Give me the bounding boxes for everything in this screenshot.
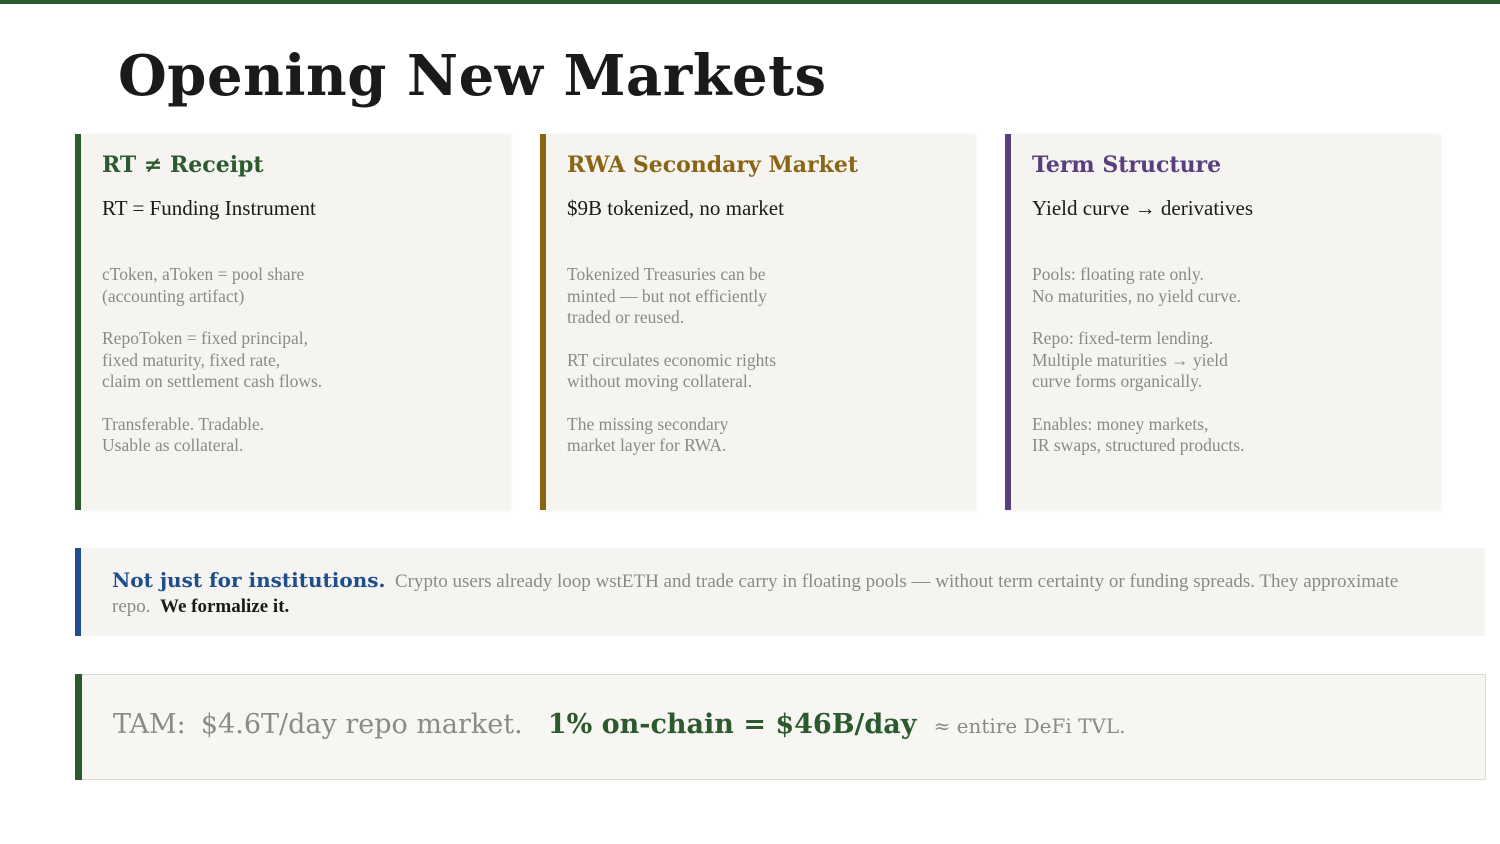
tam-market-size: $4.6T/day repo market.	[200, 709, 523, 740]
card-paragraph: The missing secondary market layer for R…	[567, 413, 729, 456]
page-title: Opening New Markets	[118, 43, 827, 109]
tam-highlight: 1% on-chain = $46B/day	[547, 709, 917, 740]
card-paragraph: Pools: floating rate only. No maturities…	[1032, 264, 1241, 306]
tam-text: TAM: $4.6T/day repo market. 1% on-chain …	[113, 709, 1126, 740]
card-accent-bar	[1005, 134, 1011, 510]
card-body: Pools: floating rate only. No maturities…	[1032, 264, 1432, 478]
card-subheading: Yield curve → derivatives	[1032, 196, 1254, 220]
tam-banner: TAM: $4.6T/day repo market. 1% on-chain …	[75, 674, 1486, 780]
card-heading: Term Structure	[1032, 152, 1222, 178]
card-subheading: RT = Funding Instrument	[102, 196, 316, 220]
tam-label: TAM:	[113, 709, 186, 740]
card-body: Tokenized Treasuries can be minted — but…	[567, 264, 967, 478]
tam-accent-bar	[75, 674, 82, 780]
tam-comparison: ≈ entire DeFi TVL.	[933, 714, 1126, 738]
card-accent-bar	[540, 134, 546, 510]
card-term-structure: Term Structure Yield curve → derivatives…	[1005, 134, 1441, 510]
card-heading: RT ≠ Receipt	[102, 152, 264, 178]
card-subheading: $9B tokenized, no market	[567, 196, 784, 220]
card-paragraph: RT circulates economic rights without mo…	[567, 349, 777, 392]
callout-accent-bar	[75, 548, 81, 636]
card-accent-bar	[75, 134, 81, 510]
callout-lead: Not just for institutions.	[112, 568, 386, 592]
card-paragraph: Transferable. Tradable. Usable as collat…	[102, 413, 265, 456]
card-paragraph: RepoToken = fixed principal, fixed matur…	[102, 328, 323, 391]
card-body: cToken, aToken = pool share (accounting …	[102, 264, 502, 478]
card-paragraph: Enables: money markets, IR swaps, struct…	[1032, 413, 1245, 456]
card-heading: RWA Secondary Market	[567, 152, 859, 178]
callout-closing: We formalize it.	[160, 596, 290, 617]
card-paragraph: Repo: fixed-term lending. Multiple matur…	[1032, 328, 1228, 391]
callout-text: Not just for institutions. Crypto users …	[112, 568, 1442, 619]
card-paragraph: Tokenized Treasuries can be minted — but…	[567, 264, 767, 327]
top-accent-rule	[0, 0, 1500, 4]
institutions-callout: Not just for institutions. Crypto users …	[75, 548, 1485, 636]
card-paragraph: cToken, aToken = pool share (accounting …	[102, 264, 305, 306]
card-rt-receipt: RT ≠ Receipt RT = Funding Instrument cTo…	[75, 134, 511, 510]
card-rwa-secondary-market: RWA Secondary Market $9B tokenized, no m…	[540, 134, 976, 510]
